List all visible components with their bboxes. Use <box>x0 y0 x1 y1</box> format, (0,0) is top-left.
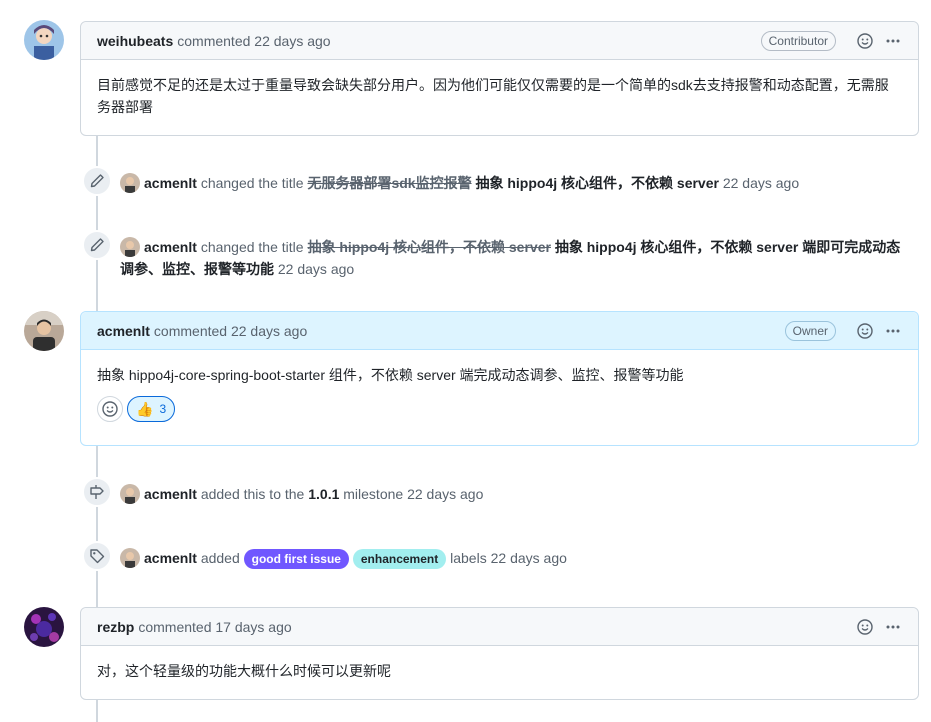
reactions-bar: 👍 3 <box>97 396 902 422</box>
avatar-rezbp[interactable] <box>24 607 64 647</box>
comment-header: weihubeats commented 22 days ago Contrib… <box>81 22 918 60</box>
comment-body-wrap: 抽象 hippo4j-core-spring-boot-starter 组件，不… <box>81 350 918 436</box>
event-timestamp[interactable]: 22 days ago <box>723 175 799 191</box>
event-timestamp[interactable]: 22 days ago <box>491 550 567 566</box>
kebab-horizontal-icon[interactable] <box>884 618 902 636</box>
comment-author[interactable]: acmenlt <box>97 323 150 339</box>
pencil-icon <box>82 230 112 260</box>
kebab-horizontal-icon[interactable] <box>884 32 902 50</box>
reaction-count: 3 <box>159 402 167 416</box>
label-enhancement[interactable]: enhancement <box>352 549 447 569</box>
event-milestone: acmenlt added this to the 1.0.1 mileston… <box>82 477 483 507</box>
comment-weihubeats: weihubeats commented 22 days ago Contrib… <box>80 21 919 136</box>
event-actor[interactable]: acmenlt <box>144 486 197 502</box>
event-suffix: labels <box>450 550 487 566</box>
event-suffix: milestone <box>343 486 404 502</box>
kebab-horizontal-icon[interactable] <box>884 322 902 340</box>
event-labels: acmenlt added good first issue enhanceme… <box>82 541 567 571</box>
comment-timestamp[interactable]: commented 22 days ago <box>154 323 307 339</box>
comment-rezbp: rezbp commented 17 days ago 对，这个轻量级的功能大概… <box>80 607 919 700</box>
milestone-icon <box>82 477 112 507</box>
comment-timestamp[interactable]: commented 17 days ago <box>138 619 291 635</box>
comment-header: acmenlt commented 22 days ago Owner <box>81 312 918 350</box>
avatar-acmenlt-small[interactable] <box>120 237 140 257</box>
role-badge: Contributor <box>760 30 836 51</box>
add-reaction-button[interactable] <box>97 396 123 422</box>
old-title: 无服务器部署sdk监控报警 <box>307 175 472 191</box>
label-good-first-issue[interactable]: good first issue <box>243 549 349 569</box>
smiley-icon[interactable] <box>856 32 874 50</box>
new-title: 抽象 hippo4j 核心组件，不依赖 server <box>475 175 719 191</box>
event-actor[interactable]: acmenlt <box>144 239 197 255</box>
event-title-change-1: acmenlt changed the title 无服务器部署sdk监控报警 … <box>82 166 799 196</box>
event-actor[interactable]: acmenlt <box>144 550 197 566</box>
comment-body: 目前感觉不足的还是太过于重量导致会缺失部分用户。因为他们可能仅仅需要的是一个简单… <box>97 77 889 115</box>
thumbs-up-icon: 👍 <box>136 401 154 417</box>
event-verb: added this to the <box>200 486 305 502</box>
avatar-acmenlt-small[interactable] <box>120 484 140 504</box>
role-badge: Owner <box>784 320 836 341</box>
smiley-icon[interactable] <box>856 618 874 636</box>
event-title-change-2: acmenlt changed the title 抽象 hippo4j 核心组… <box>82 230 914 280</box>
milestone-link[interactable]: 1.0.1 <box>308 486 339 502</box>
comment-header: rezbp commented 17 days ago <box>81 608 918 646</box>
event-verb: added <box>200 550 240 566</box>
event-verb: changed the title <box>200 175 304 191</box>
avatar-acmenlt[interactable] <box>24 311 64 351</box>
pencil-icon <box>82 166 112 196</box>
smiley-icon[interactable] <box>856 322 874 340</box>
comment-body: 对，这个轻量级的功能大概什么时候可以更新呢 <box>97 663 391 679</box>
avatar-acmenlt-small[interactable] <box>120 548 140 568</box>
event-actor[interactable]: acmenlt <box>144 175 197 191</box>
event-timestamp[interactable]: 22 days ago <box>278 261 354 277</box>
comment-author[interactable]: weihubeats <box>97 33 173 49</box>
comment-timestamp[interactable]: commented 22 days ago <box>177 33 330 49</box>
avatar-acmenlt-small[interactable] <box>120 173 140 193</box>
old-title: 抽象 hippo4j 核心组件，不依赖 server <box>307 239 551 255</box>
comment-author[interactable]: rezbp <box>97 619 134 635</box>
comment-acmenlt: acmenlt commented 22 days ago Owner 抽象 h… <box>80 311 919 446</box>
comment-body: 抽象 hippo4j-core-spring-boot-starter 组件，不… <box>97 367 684 383</box>
avatar-weihubeats[interactable] <box>24 20 64 60</box>
event-verb: changed the title <box>200 239 304 255</box>
event-timestamp[interactable]: 22 days ago <box>407 486 483 502</box>
tag-icon <box>82 541 112 571</box>
thumbs-up-reaction-button[interactable]: 👍 3 <box>127 396 176 422</box>
